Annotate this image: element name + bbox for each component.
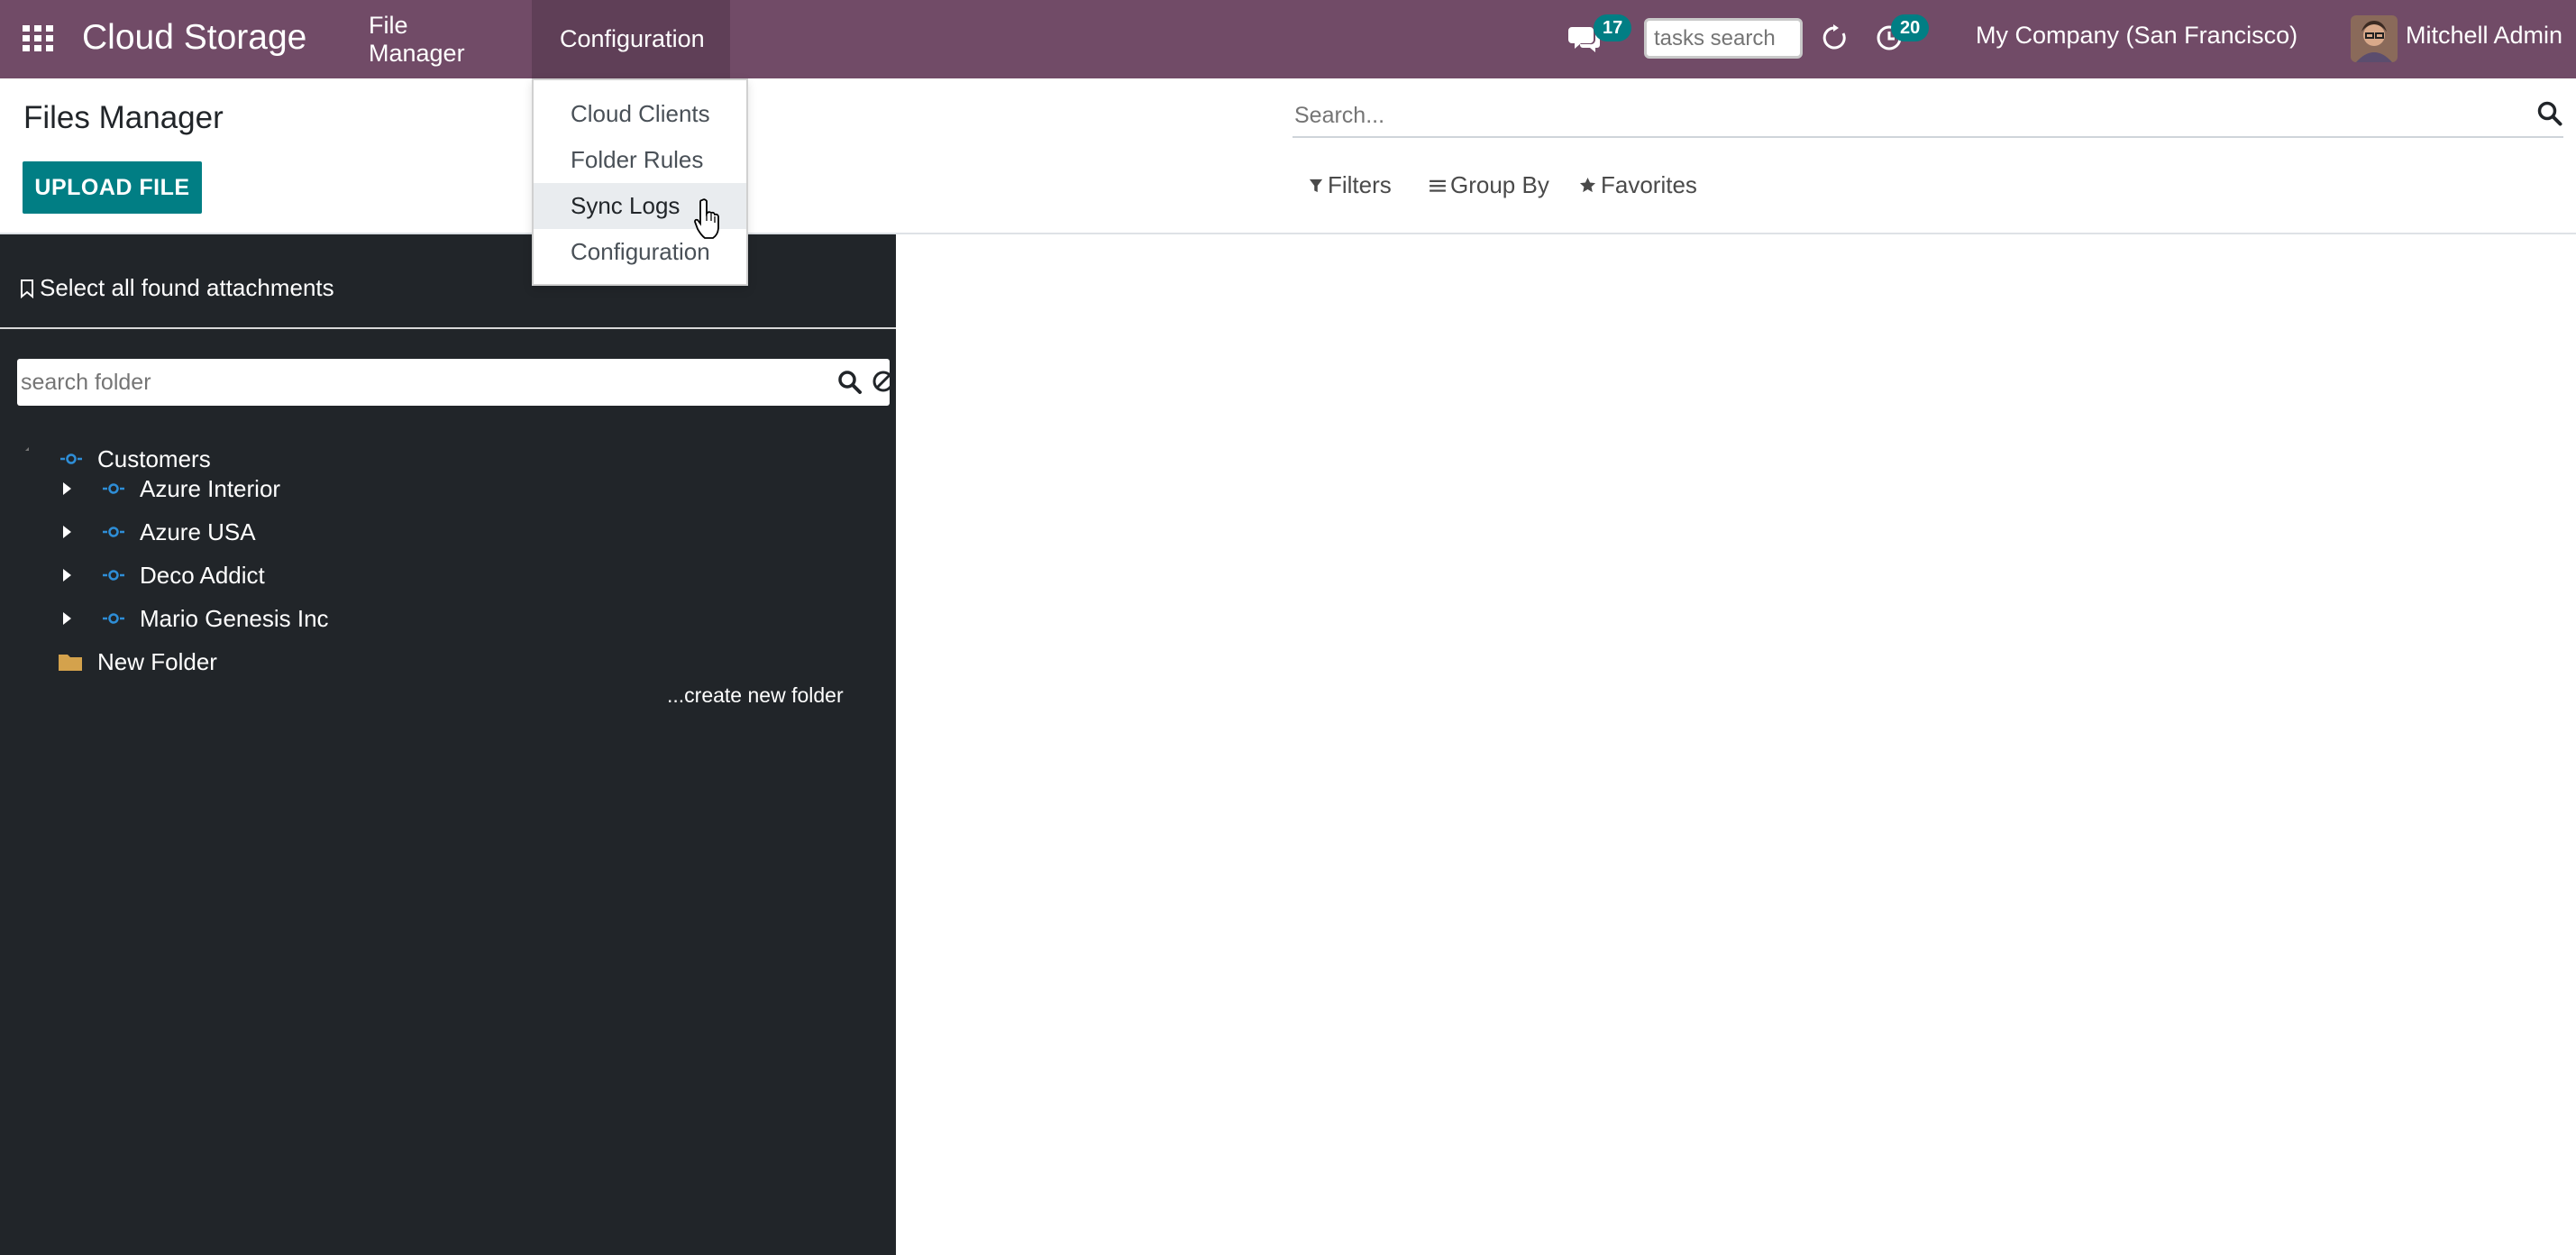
group-by-label: Group By	[1450, 171, 1549, 198]
menu-configuration[interactable]: Configuration	[532, 0, 730, 78]
menu-item-sync-logs[interactable]: Sync Logs	[534, 183, 746, 229]
group-by-button[interactable]: Group By	[1430, 171, 1549, 199]
select-all-label: Select all found attachments	[40, 274, 334, 301]
filters-label: Filters	[1328, 171, 1392, 198]
tree-node-azure-usa[interactable]: Azure USA	[102, 514, 256, 550]
top-navbar: Cloud Storage File Manager Configuration…	[0, 0, 2576, 78]
clear-icon[interactable]	[872, 370, 895, 393]
search-bar	[1293, 91, 2563, 138]
star-icon	[1579, 177, 1596, 193]
filter-icon	[1309, 179, 1323, 192]
node-icon	[103, 613, 124, 624]
favorites-button[interactable]: Favorites	[1579, 171, 1697, 199]
avatar[interactable]	[2351, 15, 2398, 62]
configuration-dropdown: Cloud Clients Folder Rules Sync Logs Con…	[532, 78, 748, 286]
company-switcher[interactable]: My Company (San Francisco)	[1976, 22, 2297, 50]
activity-count-badge: 20	[1891, 14, 1930, 41]
bookmark-icon	[21, 279, 33, 298]
caret-right-icon[interactable]	[58, 608, 76, 629]
tree-node-label: Customers	[97, 444, 211, 472]
list-icon	[1430, 179, 1446, 192]
folder-sidebar: Select all found attachments Customers A…	[0, 234, 896, 1255]
tree-node-label: Deco Addict	[140, 561, 265, 589]
chat-count-badge: 17	[1594, 14, 1632, 41]
menu-item-configuration[interactable]: Configuration	[534, 229, 746, 275]
create-new-folder-link[interactable]: ...create new folder	[667, 683, 844, 708]
tree-node-mario-genesis-inc[interactable]: Mario Genesis Inc	[102, 600, 329, 637]
control-panel: Files Manager UPLOAD FILE Filters Group …	[0, 78, 2576, 234]
tree-node-azure-interior[interactable]: Azure Interior	[102, 471, 280, 507]
tree-node-deco-addict[interactable]: Deco Addict	[102, 557, 265, 593]
folder-search-box	[17, 359, 894, 406]
node-icon	[103, 527, 124, 537]
divider	[0, 327, 896, 329]
tree-node-new-folder[interactable]: New Folder	[58, 644, 217, 680]
menu-file-manager[interactable]: File Manager	[341, 0, 532, 78]
folder-search-input[interactable]	[21, 366, 814, 398]
refresh-icon[interactable]	[1821, 23, 1848, 52]
tree-node-label: Azure USA	[140, 518, 256, 545]
node-icon	[103, 570, 124, 581]
app-brand[interactable]: Cloud Storage	[82, 16, 306, 60]
node-icon	[60, 453, 82, 464]
node-icon	[103, 483, 124, 494]
tasks-search-input[interactable]	[1644, 18, 1803, 59]
tree-collapse-icon[interactable]	[22, 438, 40, 460]
favorites-label: Favorites	[1601, 171, 1697, 198]
filters-button[interactable]: Filters	[1309, 171, 1392, 199]
menu-item-folder-rules[interactable]: Folder Rules	[534, 137, 746, 183]
menu-item-cloud-clients[interactable]: Cloud Clients	[534, 91, 746, 137]
caret-right-icon[interactable]	[58, 521, 76, 543]
tree-node-label: New Folder	[97, 647, 217, 675]
tree-node-label: Mario Genesis Inc	[140, 604, 329, 632]
page-title: Files Manager	[23, 100, 224, 135]
tree-node-label: Azure Interior	[140, 474, 281, 502]
search-icon[interactable]	[837, 370, 863, 395]
search-icon[interactable]	[2536, 100, 2563, 127]
search-input[interactable]	[1294, 98, 2502, 133]
caret-right-icon[interactable]	[58, 478, 76, 499]
user-menu[interactable]: Mitchell Admin	[2406, 22, 2562, 50]
apps-grid-icon[interactable]	[22, 24, 54, 53]
upload-file-button[interactable]: UPLOAD FILE	[23, 161, 202, 214]
select-all-attachments[interactable]: Select all found attachments	[20, 274, 334, 302]
caret-right-icon[interactable]	[58, 564, 76, 586]
folder-icon	[59, 655, 82, 671]
